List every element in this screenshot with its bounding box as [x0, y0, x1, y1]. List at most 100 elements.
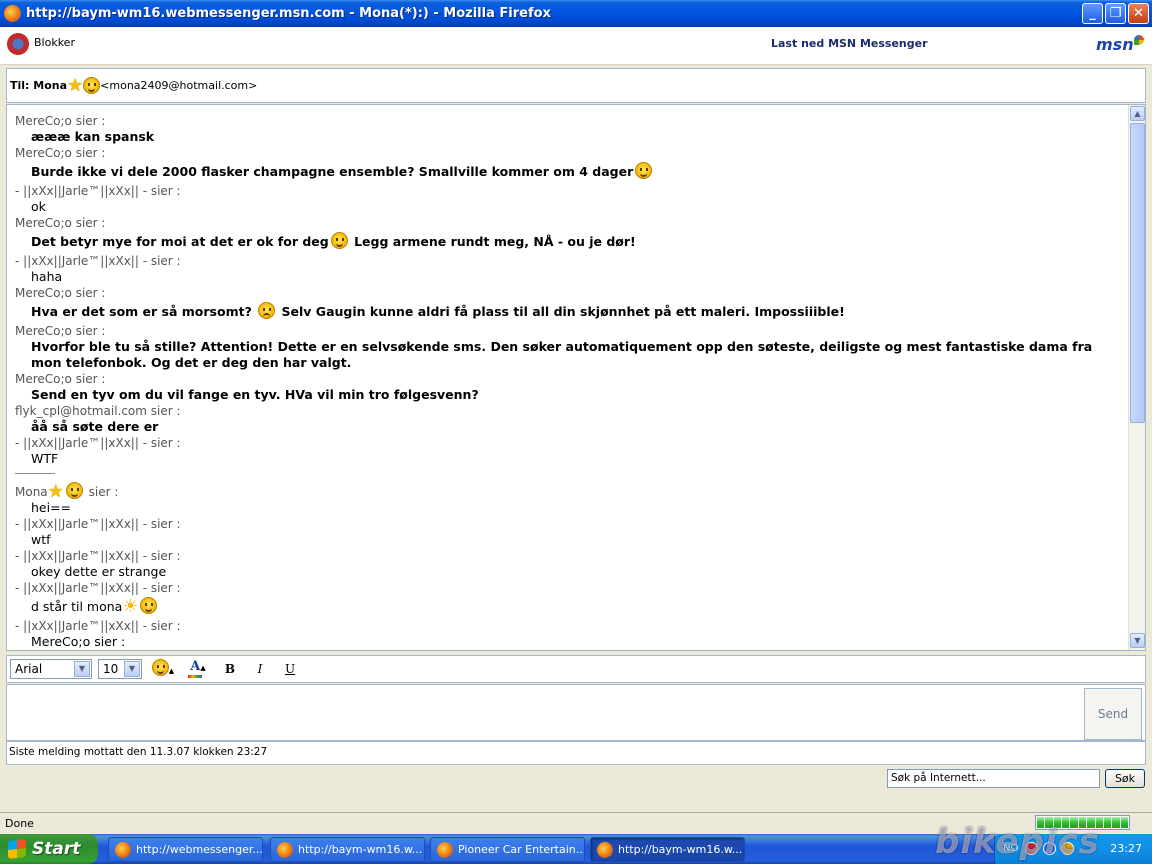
recipient-label: Til: Mona	[10, 79, 68, 92]
conversation-list: MereCo;o sier : æææ kan spansk MereCo;o si…	[15, 113, 1121, 650]
scroll-up-button[interactable]: ▲	[1130, 106, 1145, 121]
recipient-bar: Til: Mona ★ <mona2409@hotmail.com>	[6, 68, 1146, 103]
message-text: Burde ikke vi dele 2000 flasker champagn…	[15, 161, 1121, 183]
minimize-button[interactable]: _	[1082, 3, 1103, 24]
conversation-separator	[15, 473, 55, 474]
font-select-value: Arial	[15, 662, 43, 676]
firefox-icon	[277, 841, 293, 858]
bold-button[interactable]: B	[218, 659, 242, 679]
start-label: Start	[32, 839, 81, 859]
taskbar-item[interactable]: http://webmessenger...	[108, 837, 263, 862]
taskbar-item-label: Pioneer Car Entertain...	[458, 843, 585, 856]
caret-icon: ▲	[168, 667, 175, 675]
message-sender: MereCo;o sier :	[15, 216, 106, 230]
msn-butterfly-icon	[1133, 35, 1144, 45]
message-sender: MereCo;o sier :	[15, 146, 106, 160]
system-tray: NO 23:27	[994, 834, 1152, 864]
taskbar-item-label: http://webmessenger...	[136, 843, 263, 856]
message-text: d står til mona☀	[15, 596, 1121, 618]
block-button[interactable]: Blokker	[34, 36, 75, 49]
firefox-icon	[437, 841, 453, 858]
firefox-icon	[597, 841, 613, 858]
windows-logo-icon	[8, 839, 26, 859]
smile-icon	[140, 597, 158, 614]
smile-icon	[65, 482, 83, 499]
message-sender: Mona★ sier :	[15, 481, 1121, 502]
firefox-icon	[4, 5, 21, 22]
smile-icon	[330, 232, 348, 249]
download-messenger-link[interactable]: Last ned MSN Messenger	[771, 37, 928, 50]
italic-button[interactable]: I	[248, 659, 272, 679]
messenger-app: Blokker Last ned MSN Messenger msn Til: …	[0, 27, 1152, 812]
message-text: wtf	[31, 532, 51, 547]
message-text: ok	[31, 199, 46, 214]
message-text: åå så søte dere er	[31, 419, 159, 434]
search-row: Søk på Internett... Søk	[0, 767, 1152, 793]
emoticon-picker-button[interactable]: ▲	[148, 659, 178, 679]
caret-icon: ▲	[200, 663, 206, 672]
conversation-pane[interactable]: MereCo;o sier : æææ kan spansk MereCo;o si…	[6, 104, 1146, 651]
tray-icon[interactable]	[1043, 842, 1056, 855]
underline-button[interactable]: U	[278, 659, 302, 679]
close-button[interactable]: ✕	[1128, 3, 1149, 24]
message-sender: MereCo;o sier :	[15, 372, 106, 386]
message-sender: - ||xXx||Jarle™||xXx|| - sier :	[15, 436, 181, 450]
maximize-button[interactable]: ❐	[1105, 3, 1126, 24]
smile-icon	[635, 162, 653, 179]
language-indicator[interactable]: NO	[1003, 843, 1018, 854]
font-select[interactable]: Arial ▼	[10, 659, 92, 679]
message-text: okey dette er strange	[31, 564, 167, 579]
tray-icon[interactable]	[1025, 842, 1038, 855]
message-sender: - ||xXx||Jarle™||xXx|| - sier :	[15, 549, 181, 563]
search-input[interactable]: Søk på Internett...	[887, 769, 1100, 788]
format-toolbar: Arial ▼ 10 ▼ ▲ A▲ B I U	[6, 655, 1146, 683]
message-sender: - ||xXx||Jarle™||xXx|| - sier :	[15, 581, 181, 595]
tray-icon[interactable]	[1061, 842, 1074, 855]
conversation-scrollbar[interactable]: ▲ ▼	[1128, 105, 1145, 650]
search-button[interactable]: Søk	[1105, 769, 1145, 788]
firefox-icon	[115, 841, 131, 858]
message-input[interactable]: Send	[6, 684, 1146, 741]
message-sender: MereCo;o sier :	[15, 324, 106, 338]
msn-logo: msn	[1096, 35, 1144, 54]
sender-name: Mona	[15, 485, 48, 499]
taskbar: Start http://webmessenger... http://baym-…	[0, 834, 1152, 864]
message-text: MereCo;o sier :	[31, 634, 126, 649]
taskbar-item-label: http://baym-wm16.w...	[618, 843, 743, 856]
font-color-glyph: A	[190, 659, 201, 674]
taskbar-item[interactable]: http://baym-wm16.w...	[270, 837, 425, 862]
window-titlebar: http://baym-wm16.webmessenger.msn.com - …	[0, 0, 1152, 27]
message-text: hei==	[31, 500, 72, 515]
font-size-select[interactable]: 10 ▼	[98, 659, 142, 679]
window-controls: _ ❐ ✕	[1082, 3, 1149, 24]
scroll-down-button[interactable]: ▼	[1130, 633, 1145, 648]
font-size-value: 10	[103, 662, 119, 676]
star-icon: ★	[47, 481, 64, 502]
smile-icon	[83, 77, 101, 94]
message-text: haha	[31, 269, 63, 284]
taskbar-item[interactable]: http://baym-wm16.w...	[590, 837, 745, 862]
message-text: WTF	[31, 451, 59, 466]
font-color-button[interactable]: A▲	[184, 659, 212, 679]
smile-icon	[151, 659, 169, 676]
chevron-down-icon[interactable]: ▼	[74, 661, 90, 677]
message-sender: - ||xXx||Jarle™||xXx|| - sier :	[15, 184, 181, 198]
message-sender: - ||xXx||Jarle™||xXx|| - sier :	[15, 619, 181, 633]
message-text: Hva er det som er så morsomt? Selv Gaugi…	[31, 302, 845, 319]
block-icon[interactable]	[7, 33, 29, 55]
chevron-down-icon[interactable]: ▼	[124, 661, 140, 677]
message-sender: - ||xXx||Jarle™||xXx|| - sier :	[15, 517, 181, 531]
message-sender: flyk_cpl@hotmail.com sier :	[15, 404, 181, 418]
star-icon: ★	[67, 74, 84, 96]
taskbar-item[interactable]: Pioneer Car Entertain...	[430, 837, 585, 862]
start-button[interactable]: Start	[0, 834, 98, 864]
progress-bar	[1035, 815, 1130, 830]
message-text: Hvorfor ble tu så stille? Attention! Det…	[31, 339, 1093, 370]
msn-logo-text: msn	[1096, 35, 1134, 54]
sender-suffix: sier :	[84, 485, 119, 499]
browser-status-text: Done	[5, 817, 34, 830]
send-button[interactable]: Send	[1084, 688, 1142, 740]
message-sender: MereCo;o sier :	[15, 286, 106, 300]
message-sender: MereCo;o sier :	[15, 114, 106, 128]
scroll-thumb[interactable]	[1130, 123, 1145, 423]
